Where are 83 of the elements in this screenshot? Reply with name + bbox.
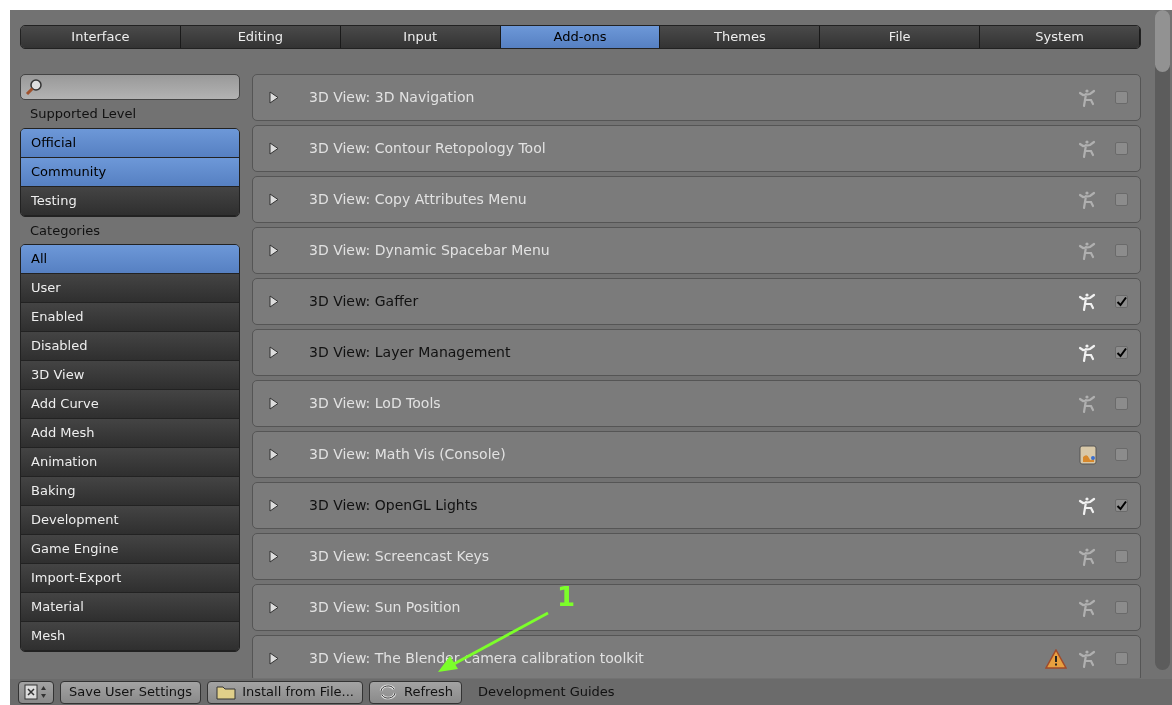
addon-name: 3D View: Dynamic Spacebar Menu bbox=[309, 241, 551, 260]
checkbox[interactable] bbox=[1115, 244, 1128, 257]
filter-item[interactable]: Disabled bbox=[21, 332, 239, 361]
running-person-icon bbox=[1077, 138, 1097, 159]
filter-item[interactable]: Baking bbox=[21, 477, 239, 506]
addon-name: 3D View: Layer Management bbox=[309, 343, 512, 362]
expand-triangle-icon[interactable] bbox=[269, 397, 279, 410]
filter-item[interactable]: All bbox=[21, 245, 239, 274]
development-guides-link[interactable]: Development Guides bbox=[478, 682, 615, 702]
running-person-icon bbox=[1077, 393, 1097, 414]
expand-triangle-icon[interactable] bbox=[269, 652, 279, 665]
addon-name: 3D View: Sun Position bbox=[309, 598, 462, 617]
toolbar-button[interactable]: Install from File... bbox=[207, 680, 363, 704]
filter-item[interactable]: Animation bbox=[21, 448, 239, 477]
filter-item[interactable]: Mesh bbox=[21, 622, 239, 651]
expand-triangle-icon[interactable] bbox=[269, 142, 279, 155]
tab[interactable]: Interface bbox=[21, 26, 181, 48]
addon-name: 3D View: Math Vis (Console) bbox=[309, 445, 507, 464]
checkbox[interactable] bbox=[1115, 397, 1128, 410]
filter-item[interactable]: Material bbox=[21, 593, 239, 622]
filter-item[interactable]: User bbox=[21, 274, 239, 303]
annotation-number: 1 bbox=[557, 584, 576, 610]
expand-triangle-icon[interactable] bbox=[269, 91, 279, 104]
running-person-icon bbox=[1077, 87, 1097, 108]
filter-item[interactable]: Enabled bbox=[21, 303, 239, 332]
running-person-icon bbox=[1077, 546, 1097, 567]
expand-triangle-icon[interactable] bbox=[269, 499, 279, 512]
filter-item[interactable]: Import-Export bbox=[21, 564, 239, 593]
running-person-icon bbox=[1077, 342, 1097, 363]
tab[interactable]: Themes bbox=[660, 26, 821, 48]
checkbox[interactable] bbox=[1115, 499, 1128, 512]
expand-triangle-icon[interactable] bbox=[269, 244, 279, 257]
addon-name: 3D View: Gaffer bbox=[309, 292, 420, 311]
filter-item[interactable]: Add Mesh bbox=[21, 419, 239, 448]
section-label: Supported Level bbox=[29, 105, 138, 123]
toolbar-button[interactable]: Save User Settings bbox=[60, 680, 202, 704]
expand-triangle-icon[interactable] bbox=[269, 295, 279, 308]
search-icon bbox=[25, 78, 43, 96]
tab[interactable]: Add-ons bbox=[500, 26, 661, 48]
addon-name: 3D View: 3D Navigation bbox=[309, 88, 476, 107]
search-field[interactable] bbox=[20, 74, 240, 100]
tab[interactable]: Input bbox=[340, 26, 501, 48]
expand-triangle-icon[interactable] bbox=[269, 601, 279, 614]
running-person-icon bbox=[1077, 240, 1097, 261]
checkbox[interactable] bbox=[1115, 652, 1128, 665]
editor-type-button[interactable] bbox=[18, 680, 54, 704]
tab[interactable]: System bbox=[980, 26, 1140, 48]
tab[interactable]: Editing bbox=[180, 26, 341, 48]
checkbox[interactable] bbox=[1115, 346, 1128, 359]
folder-icon bbox=[216, 684, 237, 700]
running-person-icon bbox=[1077, 648, 1097, 669]
checkbox[interactable] bbox=[1115, 193, 1128, 206]
scrollbar-thumb[interactable] bbox=[1155, 10, 1170, 72]
addon-name: 3D View: OpenGL Lights bbox=[309, 496, 479, 515]
checkbox[interactable] bbox=[1115, 91, 1128, 104]
running-person-icon bbox=[1077, 189, 1097, 210]
checkbox[interactable] bbox=[1115, 295, 1128, 308]
addon-name: 3D View: Contour Retopology Tool bbox=[309, 139, 547, 158]
expand-triangle-icon[interactable] bbox=[269, 346, 279, 359]
addon-name: 3D View: LoD Tools bbox=[309, 394, 442, 413]
expand-triangle-icon[interactable] bbox=[269, 550, 279, 563]
filter-item[interactable]: Add Curve bbox=[21, 390, 239, 419]
toolbar-button[interactable]: Refresh bbox=[368, 680, 463, 704]
filter-item[interactable]: Development bbox=[21, 506, 239, 535]
checkbox[interactable] bbox=[1115, 550, 1128, 563]
tab[interactable]: File bbox=[820, 26, 981, 48]
checkbox[interactable] bbox=[1115, 601, 1128, 614]
running-person-icon bbox=[1077, 291, 1097, 312]
addon-name: 3D View: Screencast Keys bbox=[309, 547, 491, 566]
running-person-icon bbox=[1077, 597, 1097, 618]
section-label: Categories bbox=[29, 221, 102, 240]
filter-item[interactable]: Official bbox=[21, 128, 239, 158]
filter-item[interactable]: 3D View bbox=[21, 361, 239, 390]
refresh-icon bbox=[377, 684, 398, 700]
filter-item[interactable]: Community bbox=[21, 157, 239, 187]
expand-triangle-icon[interactable] bbox=[269, 448, 279, 461]
addon-name: 3D View: Copy Attributes Menu bbox=[309, 190, 528, 209]
checkbox[interactable] bbox=[1115, 142, 1128, 155]
filter-item[interactable]: Testing bbox=[21, 186, 239, 216]
running-person-icon bbox=[1077, 495, 1097, 516]
filter-item[interactable]: Game Engine bbox=[21, 535, 239, 564]
checkbox[interactable] bbox=[1115, 448, 1128, 461]
expand-triangle-icon[interactable] bbox=[269, 193, 279, 206]
